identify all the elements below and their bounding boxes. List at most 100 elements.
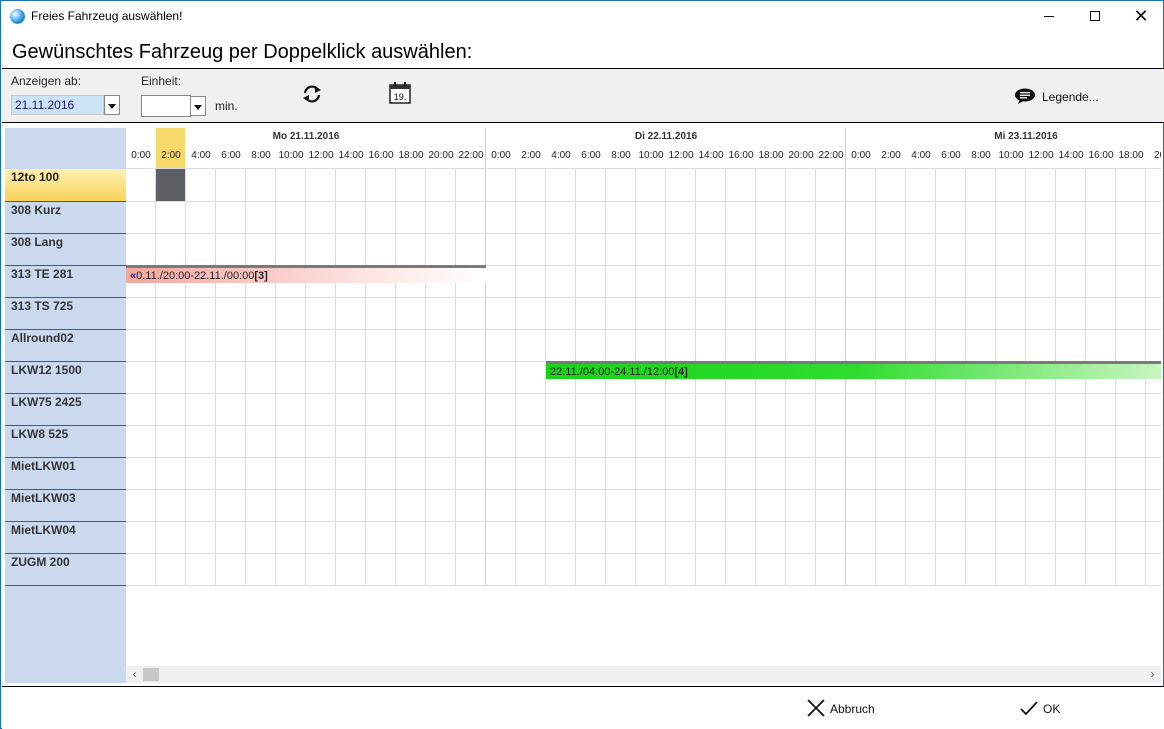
hour-header: 16:00 — [728, 150, 754, 161]
legend-label: Legende... — [1042, 90, 1099, 104]
booking-bar[interactable]: 22.11./04:00-24.11./12:00[4] — [546, 361, 1161, 379]
hour-header: 0:00 — [131, 150, 151, 161]
hour-header: 18:00 — [1118, 150, 1144, 161]
hour-gridline — [305, 168, 306, 585]
close-button[interactable]: ✕ — [1118, 1, 1164, 32]
minimize-button[interactable] — [1026, 1, 1072, 32]
from-date-input[interactable]: 21.11.2016 — [11, 95, 104, 115]
hour-gridline — [215, 168, 216, 585]
hour-gridline — [455, 168, 456, 585]
hour-header: 2:00 — [161, 150, 181, 161]
hour-header: 22:00 — [458, 150, 484, 161]
hour-header: 16:00 — [1088, 150, 1114, 161]
row-gridline — [126, 297, 1161, 298]
hour-gridline — [395, 168, 396, 585]
maximize-icon — [1090, 11, 1100, 21]
vehicle-row-label[interactable]: LKW8 525 — [5, 426, 126, 458]
vehicle-row-label[interactable]: LKW75 2425 — [5, 394, 126, 426]
scrollbar-thumb[interactable] — [143, 668, 159, 681]
hour-header: 6:00 — [221, 150, 241, 161]
app-globe-icon — [10, 9, 25, 24]
booking-bar[interactable]: «0.11./20:00-22.11./00:00[3] — [126, 265, 486, 283]
row-gridline — [126, 168, 1161, 169]
maximize-button[interactable] — [1072, 1, 1118, 32]
speech-bubble-icon — [1015, 88, 1035, 104]
hour-header: 12:00 — [308, 150, 334, 161]
booking-label: 0.11./20:00-22.11./00:00 — [136, 270, 255, 282]
calendar-icon[interactable]: 19. — [388, 81, 412, 105]
row-gridline — [126, 553, 1161, 554]
booking-count: [3] — [254, 270, 268, 282]
hour-header: 4:00 — [911, 150, 931, 161]
from-date-dropdown-button[interactable] — [104, 95, 120, 115]
row-gridline — [126, 521, 1161, 522]
from-date-label: Anzeigen ab: — [11, 74, 82, 88]
row-gridline — [126, 585, 1161, 586]
hour-gridline — [335, 168, 336, 585]
refresh-icon[interactable] — [301, 83, 323, 105]
vehicle-row-label[interactable]: MietLKW01 — [5, 458, 126, 490]
hour-header: 12:00 — [668, 150, 694, 161]
day-header: Mi 23.11.2016 — [994, 131, 1058, 142]
hour-header: 14:00 — [1058, 150, 1084, 161]
hour-header: 20:00 — [788, 150, 814, 161]
hour-header: 20:00 — [428, 150, 454, 161]
hour-header: 8:00 — [251, 150, 271, 161]
vehicle-row-label[interactable]: 308 Kurz — [5, 202, 126, 234]
hour-header: 6:00 — [581, 150, 601, 161]
hour-gridline — [245, 168, 246, 585]
hour-header: 10:00 — [278, 150, 304, 161]
hour-gridline — [365, 168, 366, 585]
scroll-left-icon[interactable]: ‹ — [126, 666, 143, 683]
day-separator — [485, 128, 486, 586]
vehicle-row-label[interactable]: ZUGM 200 — [5, 554, 126, 586]
hour-gridline — [425, 168, 426, 585]
day-header: Mo 21.11.2016 — [272, 131, 340, 142]
hour-header: 0:00 — [851, 150, 871, 161]
vehicle-row-label[interactable]: 308 Lang — [5, 234, 126, 266]
toolbar: Anzeigen ab: 21.11.2016 Einheit: min. 19… — [2, 68, 1164, 123]
vehicle-row-label[interactable]: 313 TE 281 — [5, 266, 126, 298]
hour-header: 2:00 — [521, 150, 541, 161]
minimize-icon — [1044, 16, 1054, 17]
hour-header: 4:00 — [191, 150, 211, 161]
timeline-chart[interactable]: Mo 21.11.2016 Di 22.11.2016 Mi 23.11.2016 0… — [126, 128, 1161, 666]
cancel-label: Abbruch — [830, 702, 875, 716]
scroll-right-icon[interactable]: › — [1144, 666, 1161, 683]
row-gridline — [126, 489, 1161, 490]
row-gridline — [126, 329, 1161, 330]
day-separator — [845, 128, 846, 586]
hour-header: 18:00 — [398, 150, 424, 161]
row-gridline — [126, 457, 1161, 458]
schedule-grid: 12to 100 308 Kurz 308 Lang 313 TE 281 313 TS… — [5, 128, 1161, 683]
hour-gridline — [185, 168, 186, 585]
vehicle-row-label[interactable]: 313 TS 725 — [5, 298, 126, 330]
horizontal-scrollbar[interactable]: ‹ › — [126, 666, 1161, 683]
hour-header: 14:00 — [338, 150, 364, 161]
page-heading: Gewünschtes Fahrzeug per Doppelklick aus… — [12, 41, 473, 63]
vehicle-row-label[interactable]: MietLKW03 — [5, 490, 126, 522]
hour-header: 10:00 — [638, 150, 664, 161]
vehicle-row-label[interactable]: 12to 100 — [5, 169, 126, 202]
hour-gridline — [515, 168, 516, 585]
title-bar: Freies Fahrzeug auswählen! ✕ — [1, 1, 1163, 32]
vehicle-row-label[interactable]: Allround02 — [5, 330, 126, 362]
vehicle-row-label[interactable]: MietLKW04 — [5, 522, 126, 554]
unit-select[interactable] — [141, 95, 191, 117]
day-header: Di 22.11.2016 — [634, 131, 698, 142]
close-icon: ✕ — [1133, 6, 1149, 26]
highlighted-hour-column — [156, 128, 185, 169]
dialog-window: Freies Fahrzeug auswählen! ✕ Gewünschtes… — [0, 0, 1164, 729]
hour-header: 18:00 — [758, 150, 784, 161]
row-gridline — [126, 425, 1161, 426]
hour-header: 22:00 — [818, 150, 844, 161]
hour-header: 14:00 — [698, 150, 724, 161]
hour-gridline — [275, 168, 276, 585]
selected-time-cell[interactable] — [156, 169, 185, 201]
vehicle-row-label[interactable]: LKW12 1500 — [5, 362, 126, 394]
row-gridline — [126, 393, 1161, 394]
unit-dropdown-button[interactable] — [190, 96, 206, 116]
hour-header: 8:00 — [971, 150, 991, 161]
ok-label: OK — [1043, 702, 1061, 716]
hour-header: 0:00 — [491, 150, 511, 161]
